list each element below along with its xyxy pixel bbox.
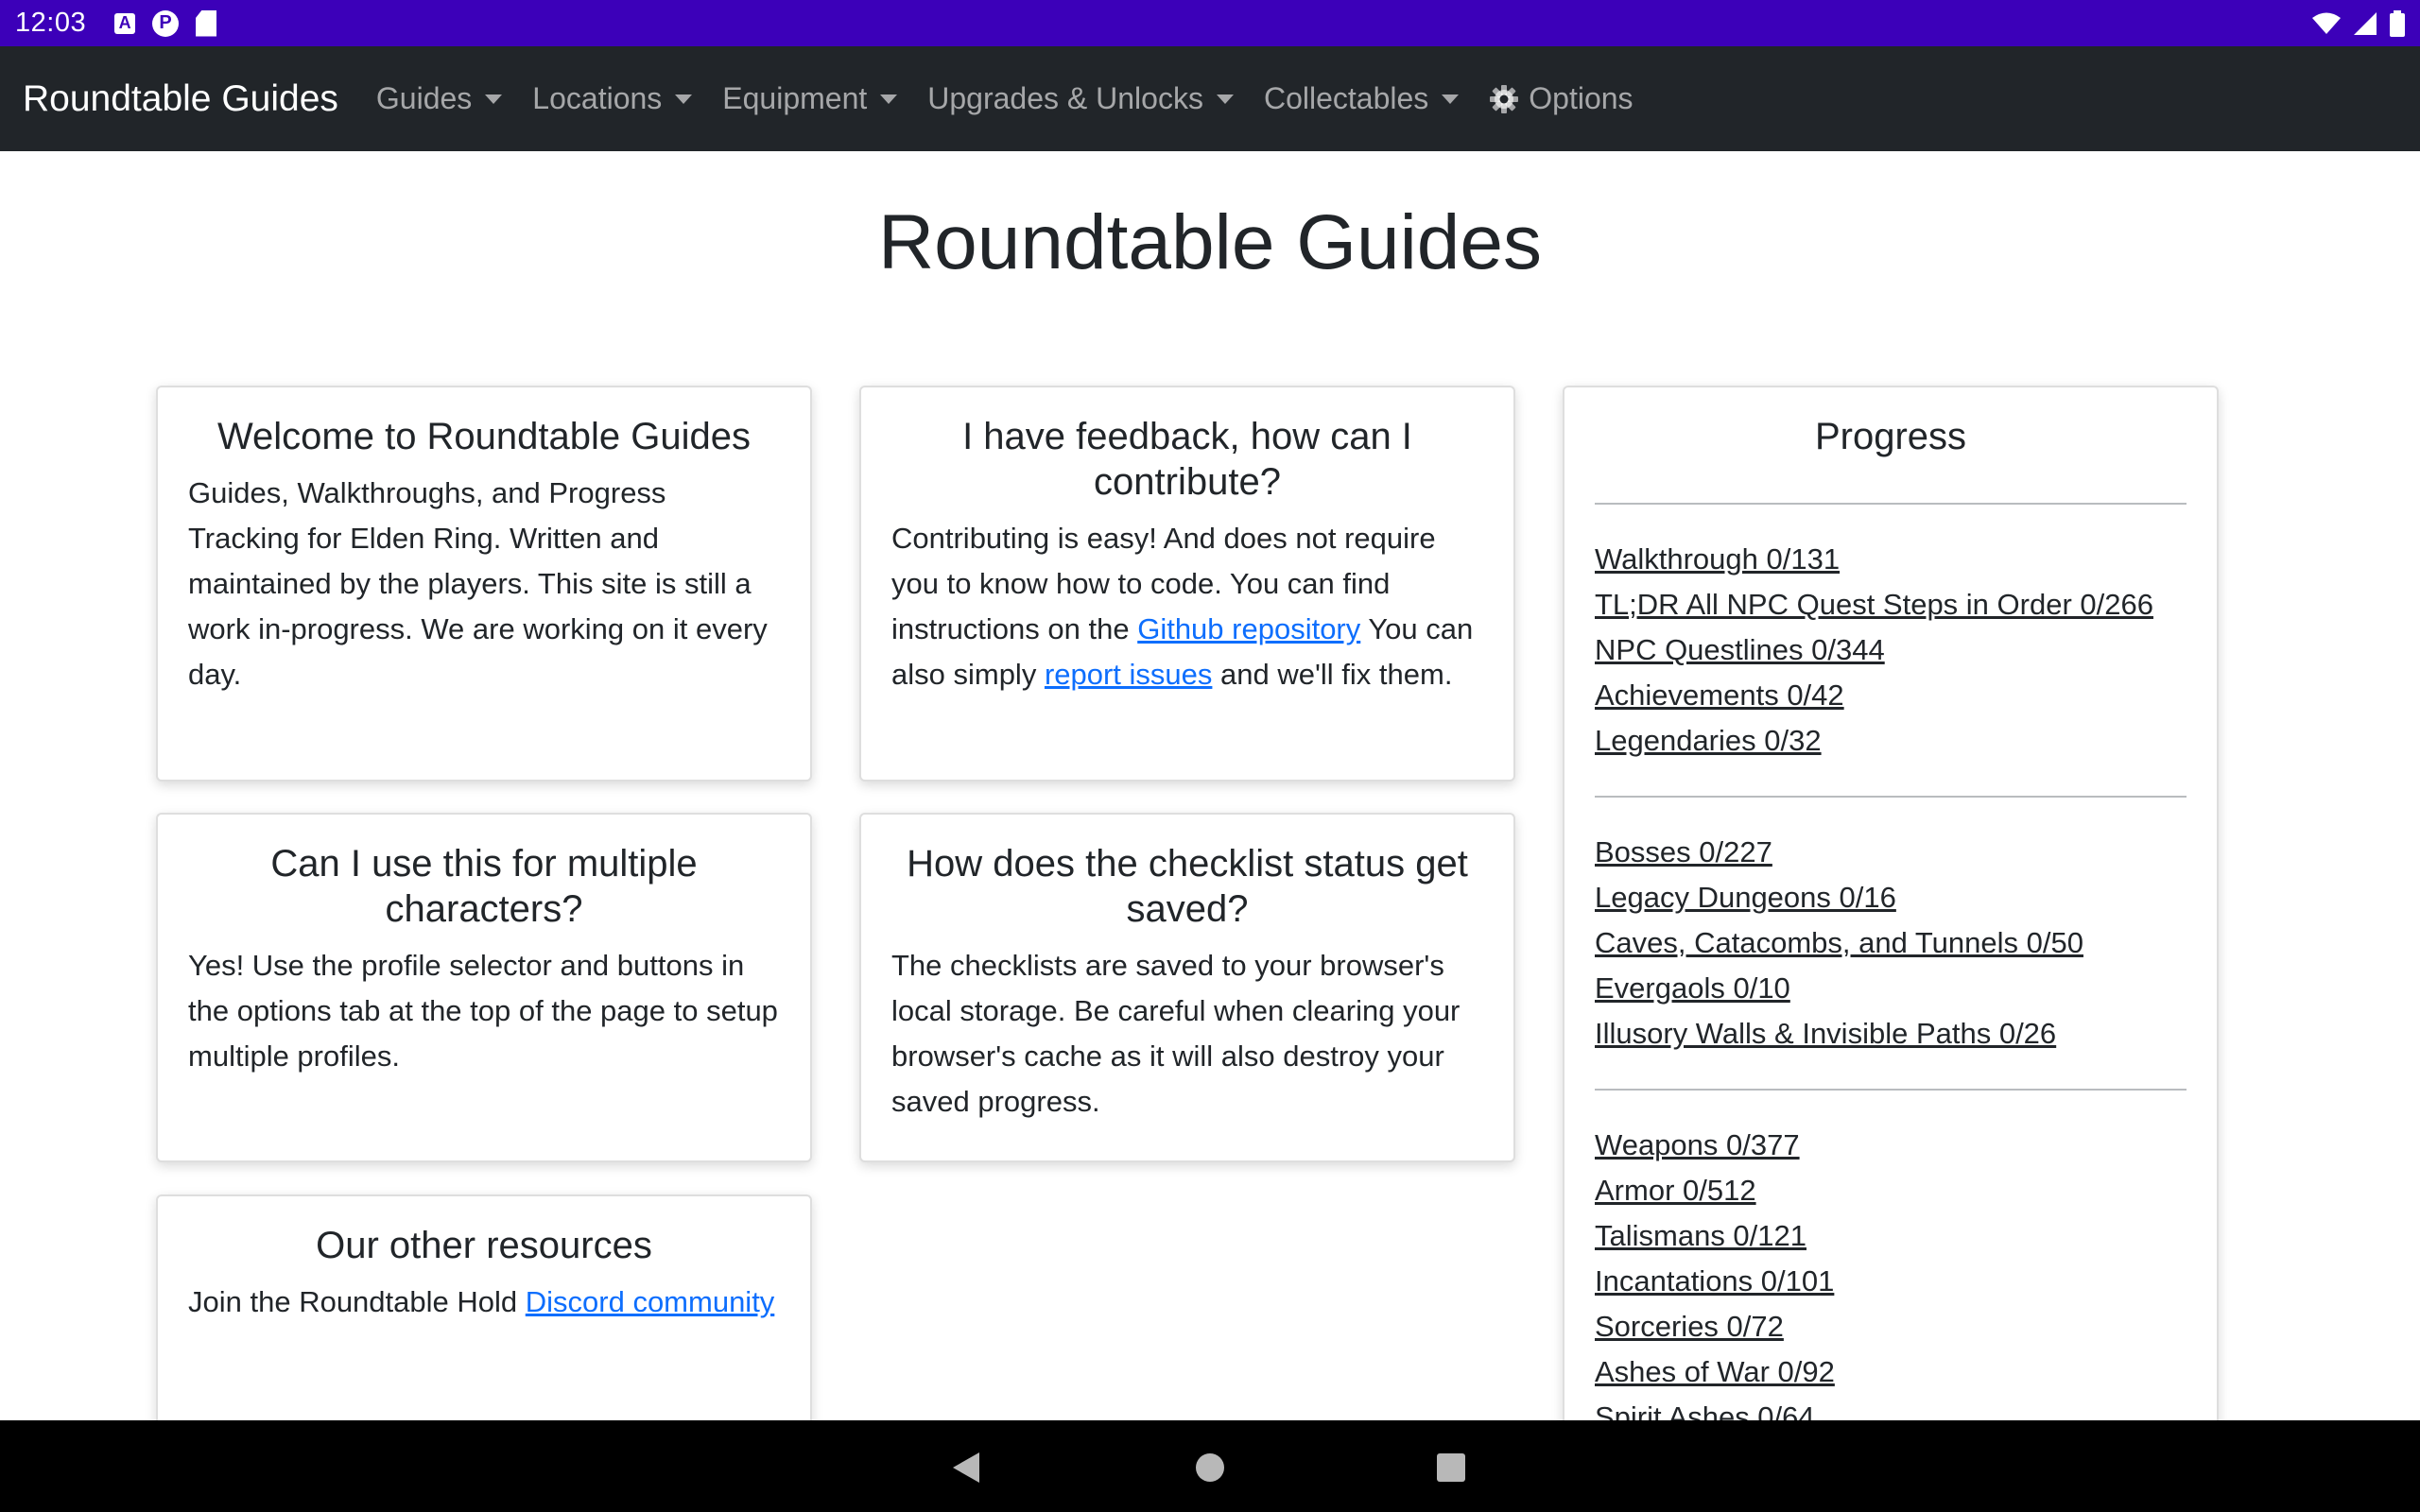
system-icons xyxy=(2312,0,2405,46)
progress-link[interactable]: Illusory Walls & Invisible Paths 0/26 xyxy=(1595,1017,2056,1050)
recent-apps-icon[interactable] xyxy=(1437,1453,1465,1482)
battery-icon xyxy=(2390,9,2405,37)
progress-link[interactable]: Legendaries 0/32 xyxy=(1595,724,1822,757)
other-resources-card-text: Join the Roundtable Hold Discord communi… xyxy=(188,1280,780,1325)
checklist-storage-card-text: The checklists are saved to your browser… xyxy=(891,949,1461,1118)
list-item: Talismans 0/121 xyxy=(1595,1213,2187,1259)
list-item: Evergaols 0/10 xyxy=(1595,966,2187,1011)
progress-link[interactable]: Armor 0/512 xyxy=(1595,1174,1756,1207)
nav-options-label: Options xyxy=(1529,81,1634,115)
list-item: Bosses 0/227 xyxy=(1595,830,2187,875)
notification-icons: A P xyxy=(114,9,217,37)
media-notification-icon: P xyxy=(152,9,180,37)
feedback-card-text: Contributing is easy! And does not requi… xyxy=(891,516,1483,697)
caret-down-icon xyxy=(485,94,503,104)
progress-divider xyxy=(1595,796,2187,798)
list-item: Legacy Dungeons 0/16 xyxy=(1595,875,2187,920)
brand-link[interactable]: Roundtable Guides xyxy=(23,78,338,120)
progress-link[interactable]: Achievements 0/42 xyxy=(1595,679,1844,712)
nav-equipment-label: Equipment xyxy=(722,81,868,115)
list-item: Weapons 0/377 xyxy=(1595,1123,2187,1168)
list-item: Incantations 0/101 xyxy=(1595,1259,2187,1304)
checklist-storage-card-title: How does the checklist status get saved? xyxy=(907,843,1468,930)
resources-text: Join the Roundtable Hold xyxy=(188,1285,526,1318)
list-item: NPC Questlines 0/344 xyxy=(1595,627,2187,673)
progress-link[interactable]: NPC Questlines 0/344 xyxy=(1595,633,1885,666)
system-navigation-bar xyxy=(0,1420,2420,1512)
github-repository-link[interactable]: Github repository xyxy=(1137,612,1360,645)
top-navbar: Roundtable Guides Guides Locations Equip… xyxy=(0,46,2420,151)
sd-card-icon xyxy=(196,9,217,37)
progress-link[interactable]: Evergaols 0/10 xyxy=(1595,971,1790,1005)
nav-collectables-dropdown[interactable]: Collectables xyxy=(1249,81,1474,116)
progress-list-locations: Bosses 0/227 Legacy Dungeons 0/16 Caves,… xyxy=(1595,830,2187,1057)
progress-link[interactable]: Incantations 0/101 xyxy=(1595,1264,1834,1297)
page-title: Roundtable Guides xyxy=(877,199,1543,285)
progress-link[interactable]: Spirit Ashes 0/64 xyxy=(1595,1400,1815,1420)
list-item: Ashes of War 0/92 xyxy=(1595,1349,2187,1395)
multiple-characters-card-text: Yes! Use the profile selector and button… xyxy=(188,949,778,1073)
caret-down-icon xyxy=(880,94,898,104)
list-item: Walkthrough 0/131 xyxy=(1595,537,2187,582)
progress-list-general: Walkthrough 0/131 TL;DR All NPC Quest St… xyxy=(1595,537,2187,764)
main-content: Roundtable Guides Welcome to Roundtable … xyxy=(0,151,2420,1420)
progress-card: Progress Walkthrough 0/131 TL;DR All NPC… xyxy=(1563,386,2219,1420)
progress-link[interactable]: Bosses 0/227 xyxy=(1595,835,1772,868)
nav-locations-dropdown[interactable]: Locations xyxy=(517,81,707,116)
progress-link[interactable]: TL;DR All NPC Quest Steps in Order 0/266 xyxy=(1595,588,2153,621)
multiple-characters-card: Can I use this for multiple characters? … xyxy=(156,813,812,1162)
list-item: Armor 0/512 xyxy=(1595,1168,2187,1213)
nav-collectables-label: Collectables xyxy=(1263,81,1429,115)
back-icon[interactable] xyxy=(953,1452,979,1483)
other-resources-card: Our other resources Join the Roundtable … xyxy=(156,1194,812,1420)
nav-guides-dropdown[interactable]: Guides xyxy=(361,81,517,116)
status-bar: 12:03 A P xyxy=(0,0,2420,46)
list-item: TL;DR All NPC Quest Steps in Order 0/266 xyxy=(1595,582,2187,627)
welcome-card-title: Welcome to Roundtable Guides xyxy=(216,416,752,457)
feedback-card-title: I have feedback, how can I contribute? xyxy=(962,416,1412,503)
progress-link[interactable]: Weapons 0/377 xyxy=(1595,1128,1800,1161)
progress-divider xyxy=(1595,1089,2187,1091)
list-item: Legendaries 0/32 xyxy=(1595,718,2187,764)
nav-upgrades-dropdown[interactable]: Upgrades & Unlocks xyxy=(912,81,1249,116)
gear-icon xyxy=(1490,84,1519,113)
list-item: Sorceries 0/72 xyxy=(1595,1304,2187,1349)
nav-equipment-dropdown[interactable]: Equipment xyxy=(707,81,912,116)
nav-options-link[interactable]: Options xyxy=(1474,81,1648,116)
feedback-card: I have feedback, how can I contribute? C… xyxy=(859,386,1515,782)
progress-card-title: Progress xyxy=(1814,416,1967,457)
progress-link[interactable]: Ashes of War 0/92 xyxy=(1595,1355,1835,1388)
wifi-icon xyxy=(2312,12,2341,34)
progress-link[interactable]: Legacy Dungeons 0/16 xyxy=(1595,881,1896,914)
feedback-text-3: and we'll fix them. xyxy=(1212,658,1453,691)
nav-guides-label: Guides xyxy=(375,81,473,115)
progress-link[interactable]: Sorceries 0/72 xyxy=(1595,1310,1784,1343)
progress-link[interactable]: Walkthrough 0/131 xyxy=(1595,542,1840,576)
other-resources-card-title: Our other resources xyxy=(316,1225,652,1266)
app-notification-icon: A xyxy=(114,12,136,34)
status-time: 12:03 xyxy=(15,8,87,38)
nav-locations-label: Locations xyxy=(532,81,663,115)
caret-down-icon xyxy=(1442,94,1460,104)
list-item: Achievements 0/42 xyxy=(1595,673,2187,718)
nav-upgrades-label: Upgrades & Unlocks xyxy=(927,81,1203,115)
checklist-storage-card: How does the checklist status get saved?… xyxy=(859,813,1515,1162)
report-issues-link[interactable]: report issues xyxy=(1045,658,1212,691)
progress-link[interactable]: Talismans 0/121 xyxy=(1595,1219,1806,1252)
progress-link[interactable]: Caves, Catacombs, and Tunnels 0/50 xyxy=(1595,926,2083,959)
list-item: Spirit Ashes 0/64 xyxy=(1595,1395,2187,1420)
home-icon[interactable] xyxy=(1196,1453,1224,1482)
caret-down-icon xyxy=(1216,94,1234,104)
caret-down-icon xyxy=(675,94,693,104)
list-item: Caves, Catacombs, and Tunnels 0/50 xyxy=(1595,920,2187,966)
progress-divider xyxy=(1595,503,2187,505)
list-item: Illusory Walls & Invisible Paths 0/26 xyxy=(1595,1011,2187,1057)
signal-icon xyxy=(2354,11,2377,35)
multiple-characters-card-title: Can I use this for multiple characters? xyxy=(270,843,698,930)
welcome-card: Welcome to Roundtable Guides Guides, Wal… xyxy=(156,386,812,782)
progress-list-equipment: Weapons 0/377 Armor 0/512 Talismans 0/12… xyxy=(1595,1123,2187,1420)
welcome-card-text: Guides, Walkthroughs, and Progress Track… xyxy=(188,476,768,691)
discord-community-link[interactable]: Discord community xyxy=(526,1285,775,1318)
